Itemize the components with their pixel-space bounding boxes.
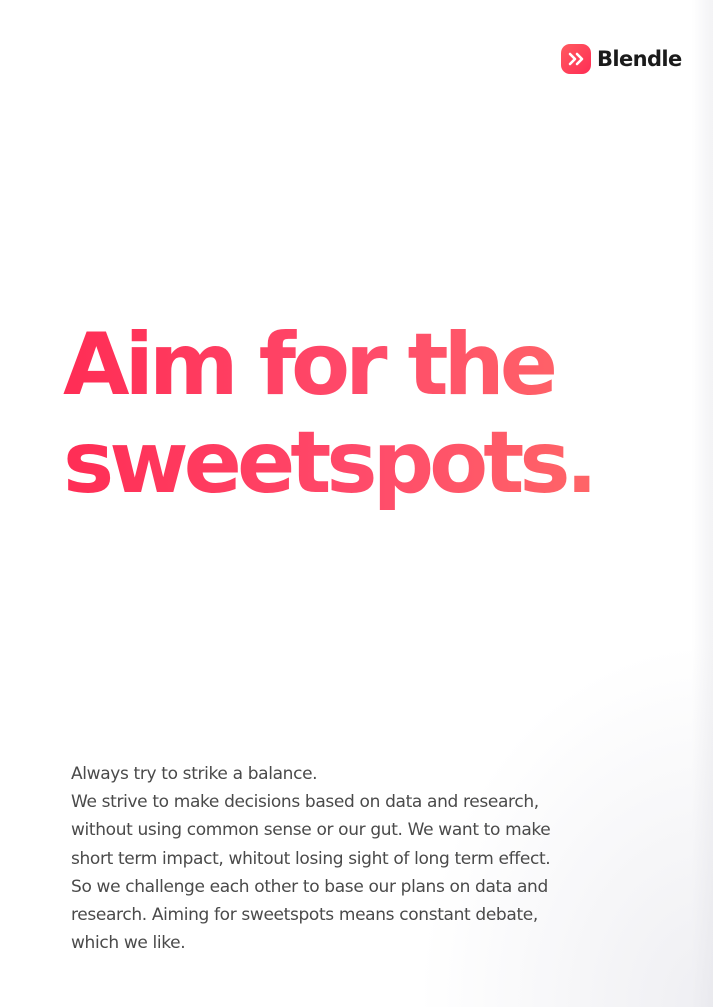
body-line-5: So we challenge each other to base our p… bbox=[71, 876, 548, 897]
headline-line-1: Aim for the bbox=[63, 316, 593, 414]
brand-name: Blendle bbox=[597, 46, 682, 71]
page: Blendle Aim for the sweetspots. Always t… bbox=[0, 0, 713, 1007]
headline-line-2: sweetspots. bbox=[63, 413, 598, 513]
double-chevron-right-icon bbox=[561, 44, 591, 74]
body-line-1: Always try to strike a balance. bbox=[71, 764, 318, 784]
body-line-3: without using common sense or our gut. W… bbox=[71, 820, 551, 841]
logo-chevrons bbox=[568, 52, 584, 66]
brand-logo: Blendle bbox=[561, 43, 682, 75]
body-line-7: which we like. bbox=[71, 933, 186, 954]
body-line-6: research. Aiming for sweetspots means co… bbox=[71, 905, 538, 926]
body-paragraph: Always try to strike a balance. We striv… bbox=[71, 760, 641, 957]
headline: Aim for the sweetspots. bbox=[63, 316, 598, 513]
body-line-2: We strive to make decisions based on dat… bbox=[71, 792, 539, 813]
body-line-4: short term impact, whitout losing sight … bbox=[71, 848, 551, 869]
